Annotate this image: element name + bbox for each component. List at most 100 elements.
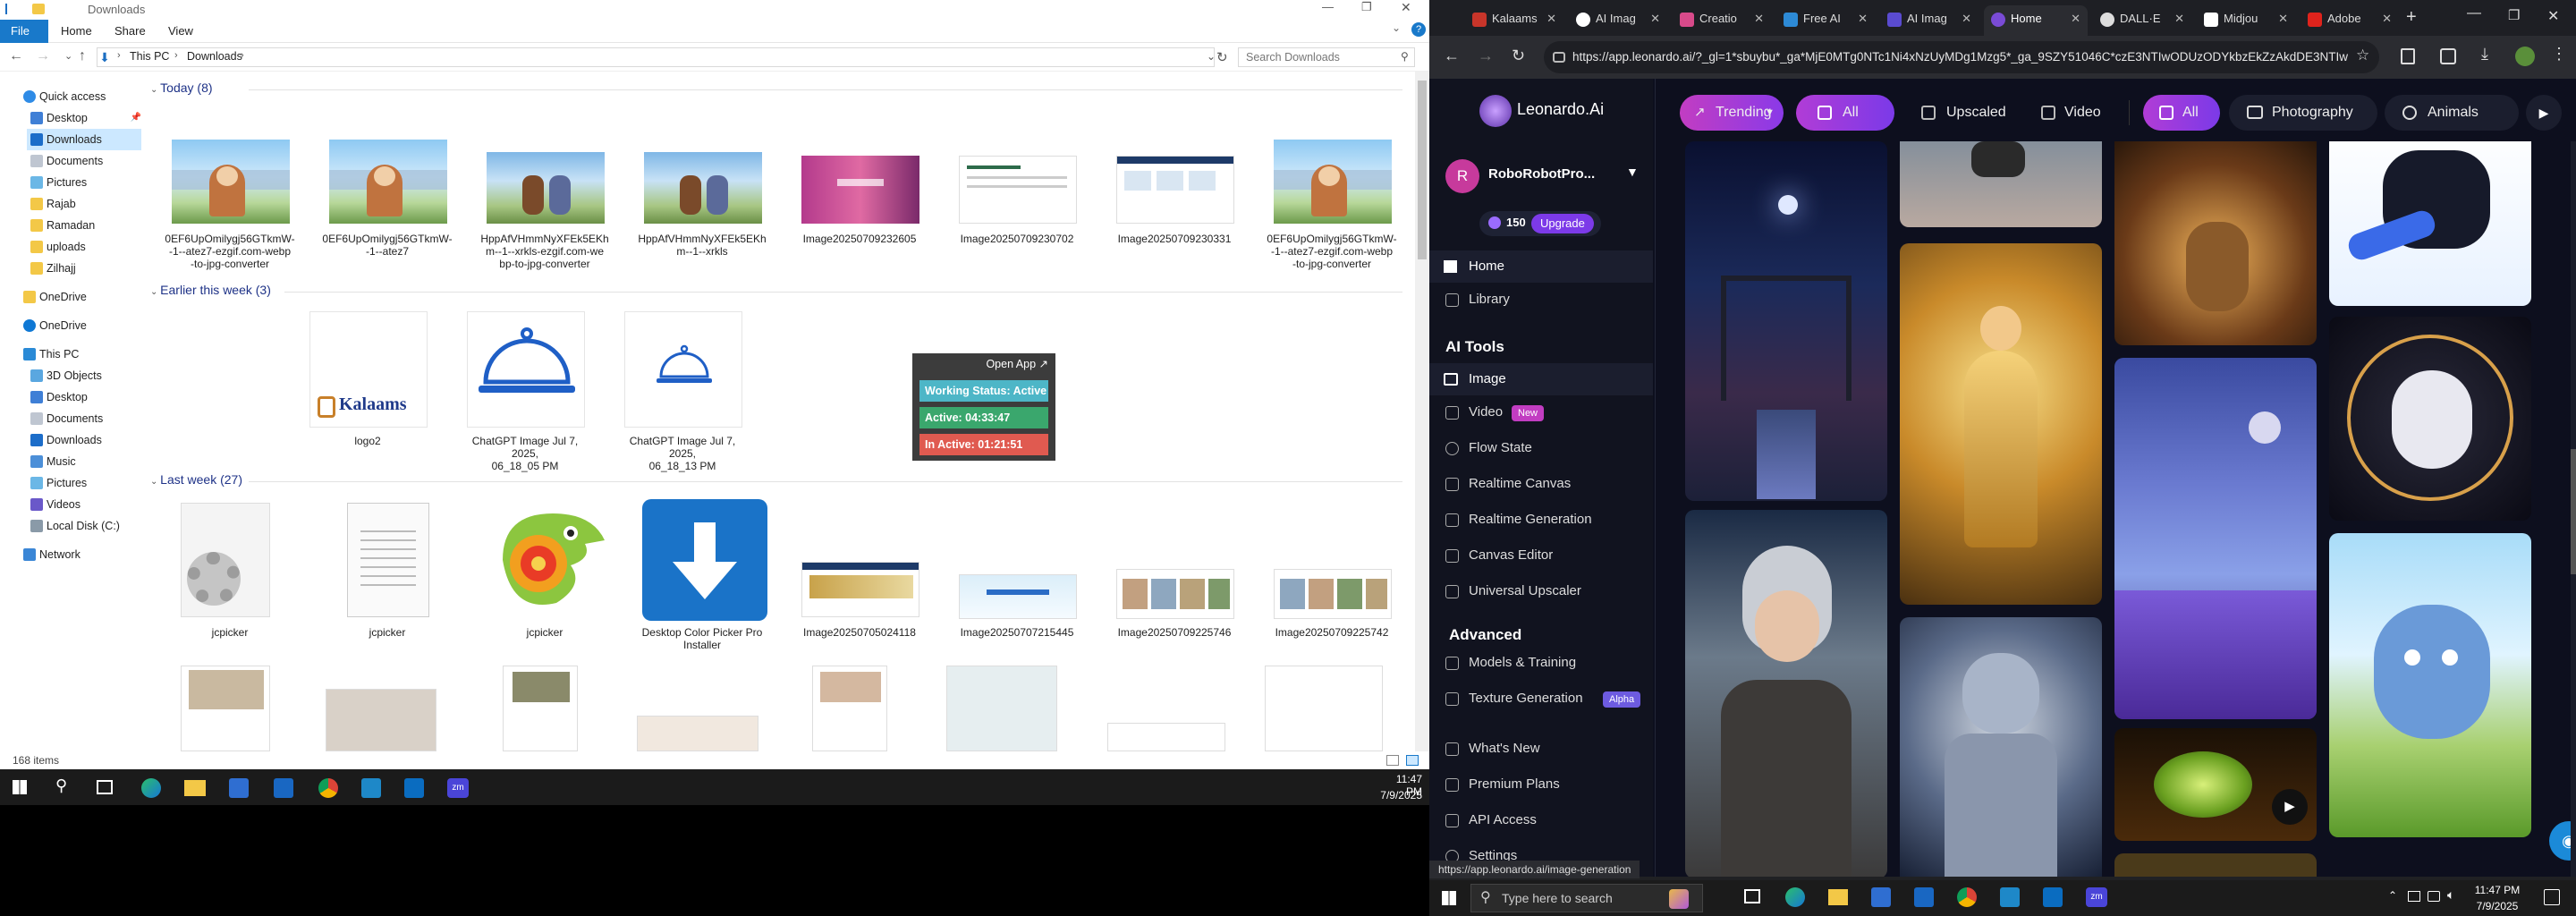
gallery-image[interactable] xyxy=(1685,141,1887,501)
new-tab-icon[interactable]: + xyxy=(2406,7,2417,28)
profile-avatar[interactable] xyxy=(2515,47,2535,66)
maximize-icon[interactable]: ❐ xyxy=(2508,7,2520,23)
browser-tab[interactable]: Free AI ✕ xyxy=(1776,5,1875,32)
forward-arrow-icon[interactable]: → xyxy=(36,48,50,64)
nav-pc-documents[interactable]: Documents xyxy=(30,408,103,429)
browser-tab[interactable]: DALL·E ✕ xyxy=(2093,5,2191,32)
play-icon[interactable]: ▶ xyxy=(2272,789,2308,825)
chrome-icon[interactable] xyxy=(318,778,338,798)
refresh-icon[interactable]: ↻ xyxy=(1216,49,1228,65)
back-arrow-icon[interactable]: ← xyxy=(9,48,23,64)
outlook-icon[interactable] xyxy=(274,778,293,798)
extensions-puzzle-icon[interactable] xyxy=(2440,48,2456,64)
notifications-icon[interactable] xyxy=(2544,889,2560,905)
back-arrow-icon[interactable]: ← xyxy=(1444,47,1460,65)
outlook-icon[interactable] xyxy=(1914,887,1934,907)
image-thumbnail[interactable] xyxy=(503,666,578,751)
windows-start-icon[interactable] xyxy=(13,780,27,794)
filter-animals[interactable]: Animals xyxy=(2385,95,2519,131)
expand-ribbon-icon[interactable]: ⌄ xyxy=(1392,21,1401,34)
bookmark-star-icon[interactable]: ☆ xyxy=(2356,47,2369,64)
user-menu[interactable]: R RoboRobotPro... ▼ xyxy=(1442,157,1648,199)
close-tab-icon[interactable]: ✕ xyxy=(2071,5,2080,32)
browser-tab[interactable]: Kalaams ✕ xyxy=(1465,5,1563,32)
image-thumbnail[interactable] xyxy=(946,666,1057,751)
open-app-link[interactable]: Open App ↗ xyxy=(919,357,1048,370)
gallery-image[interactable] xyxy=(1900,141,2102,227)
search-icon[interactable]: ⚲ xyxy=(1401,50,1409,63)
recent-locations-icon[interactable]: ⌄ xyxy=(64,50,72,62)
gallery-image[interactable] xyxy=(2114,358,2317,719)
filter-trending[interactable]: ↗ Trending ▼ xyxy=(1680,95,1784,131)
up-arrow-icon[interactable]: ↑ xyxy=(79,48,86,64)
breadcrumb-downloads[interactable]: Downloads xyxy=(187,50,242,63)
scroll-right-icon[interactable]: ▶ xyxy=(2526,95,2562,131)
filter-video[interactable]: Video xyxy=(2021,95,2120,131)
sidebar-item-image[interactable]: Image xyxy=(1429,363,1653,395)
app-icon[interactable] xyxy=(361,778,381,798)
maximize-icon[interactable]: ❐ xyxy=(1361,0,1372,14)
vscode-icon[interactable] xyxy=(404,778,424,798)
close-tab-icon[interactable]: ✕ xyxy=(1546,5,1556,32)
nav-zilhajj[interactable]: Zilhajj xyxy=(30,258,76,279)
minimize-icon[interactable]: — xyxy=(1322,0,1335,13)
extension-icon[interactable] xyxy=(2401,48,2415,64)
group-earlier-this-week[interactable]: ⌄ Earlier this week (3) xyxy=(150,283,271,297)
gallery-image[interactable] xyxy=(2329,317,2531,521)
close-tab-icon[interactable]: ✕ xyxy=(2382,5,2392,32)
address-bar[interactable]: ⬇ › This PC › Downloads › ⌄ xyxy=(97,47,1216,67)
nav-this-pc[interactable]: This PC xyxy=(23,344,79,365)
gallery-image[interactable] xyxy=(2329,533,2531,837)
nav-documents[interactable]: Documents xyxy=(30,150,103,172)
details-view-icon[interactable] xyxy=(1386,755,1399,766)
nav-network[interactable]: Network xyxy=(23,544,80,565)
filter-upscaled[interactable]: Upscaled xyxy=(1902,95,2018,131)
image-thumbnail[interactable] xyxy=(1265,666,1383,751)
task-view-icon[interactable] xyxy=(97,780,113,794)
nav-quick-access[interactable]: Quick access xyxy=(23,86,106,107)
url-input[interactable]: https://app.leonardo.ai/?_gl=1*sbuybu*_g… xyxy=(1544,41,2379,73)
filter-all-images[interactable]: All xyxy=(1796,95,1894,131)
browser-tab-active[interactable]: Home ✕ xyxy=(1984,5,2088,36)
nav-ramadan[interactable]: Ramadan xyxy=(30,215,95,236)
gallery-image[interactable] xyxy=(1900,243,2102,605)
nav-pictures[interactable]: Pictures xyxy=(30,172,87,193)
close-tab-icon[interactable]: ✕ xyxy=(1754,5,1764,32)
file-explorer-icon[interactable] xyxy=(184,780,206,796)
file-explorer-icon[interactable] xyxy=(1828,889,1848,905)
edge-icon[interactable] xyxy=(1785,887,1805,907)
network-icon[interactable] xyxy=(2408,891,2420,902)
explorer-scrollbar[interactable] xyxy=(1415,72,1429,751)
tab-file[interactable]: File xyxy=(0,20,48,43)
nav-videos[interactable]: Videos xyxy=(30,494,80,515)
app-icon[interactable] xyxy=(2000,887,2020,907)
nav-onedrive-2[interactable]: OneDrive xyxy=(23,315,87,336)
nav-rajab[interactable]: Rajab xyxy=(30,193,76,215)
vscode-icon[interactable] xyxy=(2043,887,2063,907)
widget-icon[interactable] xyxy=(1669,889,1689,909)
browser-tab[interactable]: Adobe ✕ xyxy=(2301,5,2399,32)
zoom-icon[interactable]: zm xyxy=(2086,887,2107,907)
edge-icon[interactable] xyxy=(141,778,161,798)
close-tab-icon[interactable]: ✕ xyxy=(2174,5,2184,32)
store-icon[interactable] xyxy=(1871,887,1891,907)
page-scrollbar[interactable] xyxy=(2571,141,2576,877)
minimize-icon[interactable]: — xyxy=(2467,5,2481,21)
nav-pc-desktop[interactable]: Desktop xyxy=(30,386,88,408)
image-thumbnail[interactable] xyxy=(1107,723,1225,751)
nav-local-disk[interactable]: Local Disk (C:) xyxy=(30,515,120,537)
gallery-image[interactable] xyxy=(2329,141,2531,306)
browser-tab[interactable]: Midjou ✕ xyxy=(2197,5,2295,32)
volume-icon[interactable]: 🔈︎ xyxy=(2447,887,2454,903)
sidebar-item-home[interactable]: Home xyxy=(1429,250,1653,283)
nav-downloads[interactable]: Downloads xyxy=(27,129,141,150)
nav-desktop[interactable]: Desktop 📌 xyxy=(30,107,141,129)
upgrade-button[interactable]: Upgrade xyxy=(1531,214,1594,233)
breadcrumb-this-pc[interactable]: This PC xyxy=(130,50,169,63)
close-icon[interactable]: ✕ xyxy=(1401,0,1411,15)
image-thumbnail[interactable] xyxy=(812,666,887,751)
nav-3d-objects[interactable]: 3D Objects xyxy=(30,365,102,386)
close-tab-icon[interactable]: ✕ xyxy=(1650,5,1660,32)
tab-view[interactable]: View xyxy=(157,20,204,43)
browser-tab[interactable]: AI Imag ✕ xyxy=(1880,5,1979,32)
